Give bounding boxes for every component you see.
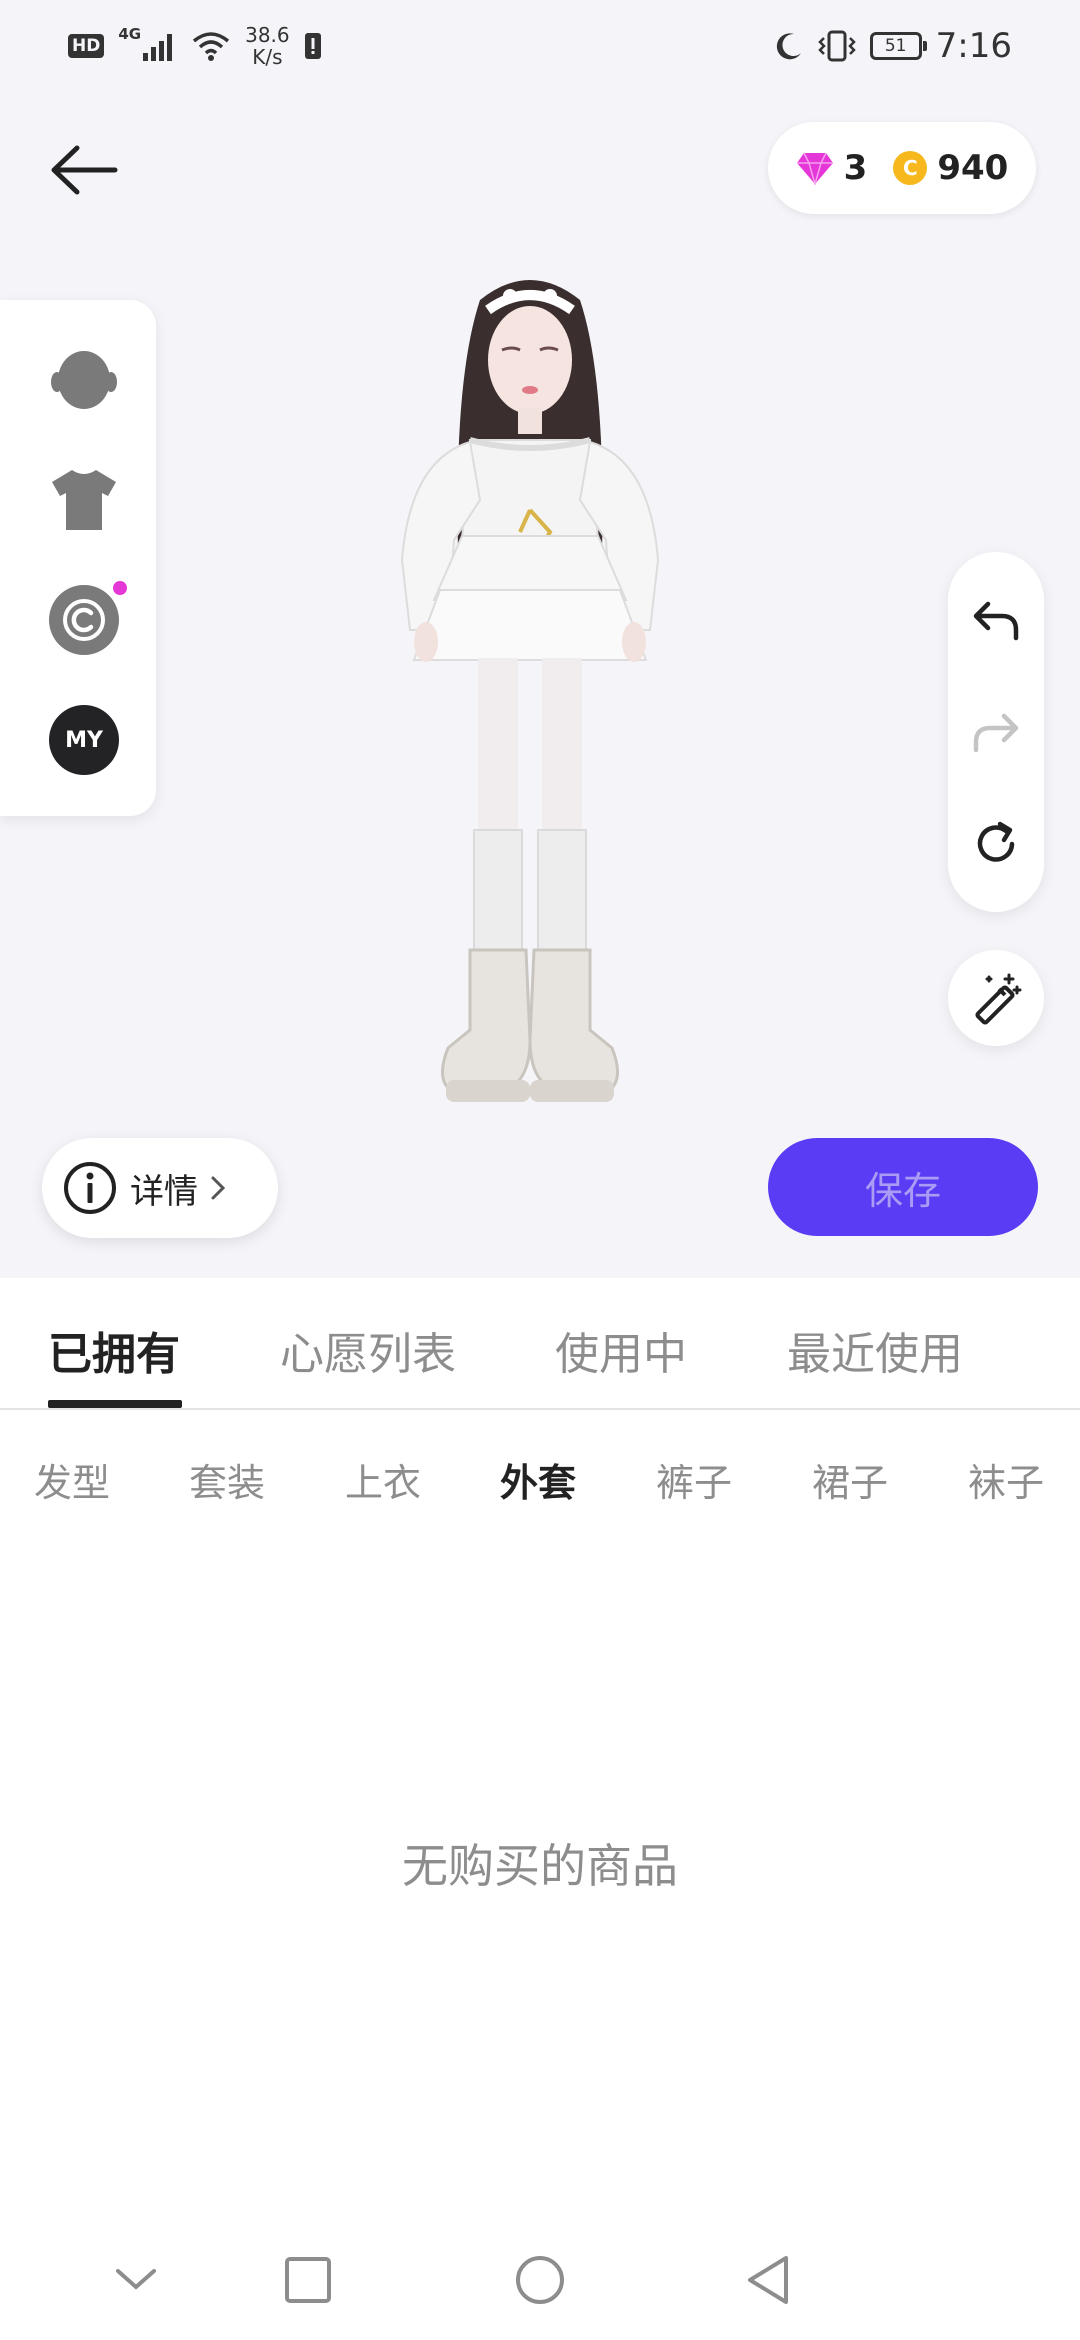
undo-icon (973, 601, 1019, 641)
nav-home-button[interactable] (502, 2242, 578, 2318)
subcat-skirt[interactable]: 裙子 (812, 1452, 888, 1507)
subcat-coat[interactable]: 外套 (500, 1452, 576, 1507)
side-item-clothing[interactable] (44, 460, 124, 540)
status-bar: HD 4G 38.6 K/s 51 7:16 (0, 0, 1080, 90)
back-button[interactable] (44, 130, 124, 210)
tab-wishlist[interactable]: 心愿列表 (280, 1318, 456, 1382)
coin-count: 940 (937, 148, 1009, 188)
tab-recently-used[interactable]: 最近使用 (787, 1318, 963, 1382)
detail-label: 详情 (130, 1171, 198, 1212)
active-tab-indicator (48, 1400, 182, 1408)
currency-display[interactable]: 3 C 940 (768, 122, 1036, 214)
speed-unit: K/s (252, 45, 283, 69)
reset-button[interactable] (964, 812, 1028, 876)
nav-back-button[interactable] (730, 2242, 806, 2318)
subcat-hair[interactable]: 发型 (34, 1452, 110, 1507)
notification-dot (113, 581, 127, 595)
empty-state-message: 无购买的商品 (402, 1839, 678, 1893)
circle-icon (516, 2256, 564, 2304)
head-icon (51, 351, 117, 409)
speed-value: 38.6 (245, 23, 290, 47)
hd-badge: HD (68, 34, 105, 58)
avatar-figure (400, 280, 660, 1102)
network-type: 4G (118, 25, 142, 43)
copyright-icon (49, 581, 127, 655)
network-speed: 38.6 K/s (245, 24, 290, 68)
shirt-icon (52, 470, 116, 530)
chevron-right-icon (211, 1176, 226, 1200)
magic-wand-icon (975, 973, 1022, 1025)
battery-icon: 51 (869, 32, 927, 60)
battery-level: 51 (884, 36, 907, 56)
tab-owned[interactable]: 已拥有 (48, 1318, 180, 1382)
alert-icon (304, 33, 321, 59)
subcat-outfit[interactable]: 套装 (189, 1452, 265, 1507)
moon-icon (776, 33, 801, 60)
ownership-tabs: 已拥有 心愿列表 使用中 最近使用 (0, 1278, 1080, 1410)
redo-icon (973, 713, 1019, 753)
side-item-my[interactable]: MY (44, 700, 124, 780)
my-badge: MY (49, 705, 119, 775)
subcat-top[interactable]: 上衣 (345, 1452, 421, 1507)
info-icon (64, 1162, 116, 1214)
side-item-creator[interactable] (44, 580, 127, 660)
wifi-icon (192, 32, 230, 61)
redo-button[interactable] (964, 700, 1028, 764)
system-nav-bar (0, 2220, 1080, 2340)
detail-button[interactable]: 详情 (42, 1138, 278, 1238)
magic-wand-button[interactable] (948, 950, 1044, 1046)
triangle-back-icon (748, 2256, 788, 2304)
signal-icon (143, 34, 173, 61)
tab-in-use[interactable]: 使用中 (555, 1318, 687, 1382)
gem-icon (796, 152, 833, 185)
gem-count: 3 (843, 148, 868, 188)
clock: 7:16 (935, 26, 1012, 66)
subcategory-bar: 发型 套装 上衣 外套 裤子 裙子 袜子 (0, 1410, 1080, 1540)
category-side-panel: MY (0, 300, 156, 816)
nav-collapse-button[interactable] (98, 2242, 174, 2318)
edit-tools (948, 552, 1044, 912)
vibrate-icon (817, 30, 856, 62)
side-item-head[interactable] (44, 340, 124, 420)
undo-button[interactable] (964, 588, 1028, 652)
refresh-icon (977, 821, 1015, 862)
arrow-left-icon (51, 145, 118, 195)
nav-recents-button[interactable] (270, 2242, 346, 2318)
save-button[interactable]: 保存 (768, 1138, 1038, 1236)
subcat-pants[interactable]: 裤子 (656, 1452, 732, 1507)
square-icon (285, 2257, 331, 2303)
chevron-down-icon (116, 2269, 156, 2290)
subcat-socks[interactable]: 袜子 (968, 1452, 1044, 1507)
coin-icon: C (893, 151, 928, 185)
